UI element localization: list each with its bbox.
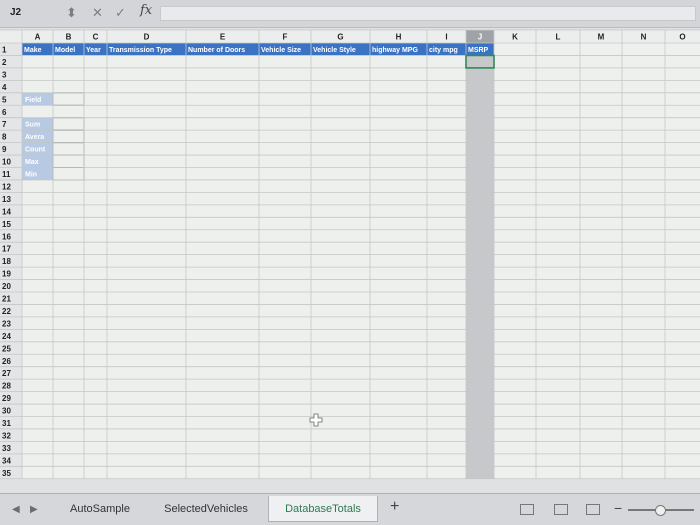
- sheet-tab-bar: ◀ ▶ AutoSample SelectedVehicles Database…: [0, 493, 700, 525]
- tab-databasetotals[interactable]: DatabaseTotals: [268, 496, 378, 522]
- header-cell: Year: [86, 47, 101, 54]
- row-header-18: 18: [2, 257, 11, 266]
- normal-view-icon[interactable]: [520, 504, 534, 515]
- column-header-c: C: [93, 33, 99, 42]
- row-header-17: 17: [2, 245, 11, 254]
- row-header-1: 1: [2, 46, 7, 55]
- row-header-8: 8: [2, 133, 7, 142]
- column-header-n: N: [641, 33, 647, 42]
- row-header-28: 28: [2, 382, 11, 391]
- row-header-6: 6: [2, 108, 7, 117]
- tab-autosample[interactable]: AutoSample: [55, 496, 145, 522]
- field-label: Avera: [25, 134, 44, 141]
- row-header-12: 12: [2, 182, 11, 191]
- page-break-view-icon[interactable]: [586, 504, 600, 515]
- zoom-out-icon[interactable]: −: [614, 500, 622, 516]
- row-header-11: 11: [2, 170, 11, 179]
- row-header-30: 30: [2, 407, 11, 416]
- row-header-24: 24: [2, 332, 11, 341]
- row-header-15: 15: [2, 220, 11, 229]
- field-label: Sum: [25, 122, 40, 129]
- row-header-32: 32: [2, 431, 11, 440]
- row-header-35: 35: [2, 469, 11, 478]
- header-cell: Make: [24, 47, 42, 54]
- row-header-5: 5: [2, 95, 7, 104]
- field-label: Min: [25, 172, 37, 179]
- row-header-2: 2: [2, 58, 7, 67]
- row-header-7: 7: [2, 120, 7, 129]
- zoom-slider-knob[interactable]: [655, 505, 666, 516]
- column-header-j: J: [478, 33, 482, 42]
- column-header-e: E: [220, 33, 226, 42]
- column-header-g: G: [337, 33, 343, 42]
- header-cell: Vehicle Size: [261, 47, 301, 54]
- row-header-27: 27: [2, 369, 11, 378]
- row-header-16: 16: [2, 232, 11, 241]
- header-cell: Transmission Type: [109, 47, 172, 54]
- cell-area[interactable]: [22, 43, 700, 479]
- selected-column-fill: [466, 43, 494, 479]
- row-header-26: 26: [2, 357, 11, 366]
- next-sheet-icon[interactable]: ▶: [30, 504, 38, 515]
- tab-selectedvehicles[interactable]: SelectedVehicles: [150, 496, 262, 522]
- row-header-19: 19: [2, 270, 11, 279]
- first-sheet-icon[interactable]: ◀: [12, 504, 20, 515]
- field-label: Max: [25, 159, 39, 166]
- column-header-d: D: [144, 33, 150, 42]
- row-header-14: 14: [2, 207, 11, 216]
- row-header-31: 31: [2, 419, 11, 428]
- column-header-m: M: [598, 33, 605, 42]
- row-header-13: 13: [2, 195, 11, 204]
- row-header-29: 29: [2, 394, 11, 403]
- row-header-3: 3: [2, 70, 7, 79]
- field-label: Field: [25, 97, 41, 104]
- row-header-10: 10: [2, 158, 11, 167]
- field-label: Count: [25, 147, 46, 154]
- row-header-4: 4: [2, 83, 7, 92]
- column-header-h: H: [396, 33, 402, 42]
- row-header-9: 9: [2, 145, 7, 154]
- column-header-band: [0, 30, 700, 43]
- row-header-25: 25: [2, 344, 11, 353]
- column-header-a: A: [35, 33, 41, 42]
- header-cell: city mpg: [429, 47, 458, 54]
- column-header-k: K: [512, 33, 518, 42]
- column-header-o: O: [679, 33, 685, 42]
- column-header-i: I: [445, 33, 447, 42]
- header-cell: Vehicle Style: [313, 47, 356, 54]
- row-header-22: 22: [2, 307, 11, 316]
- header-cell: MSRP: [468, 47, 489, 54]
- header-cell: Model: [55, 47, 75, 54]
- row-header-33: 33: [2, 444, 11, 453]
- column-header-f: F: [283, 33, 288, 42]
- row-header-23: 23: [2, 319, 11, 328]
- spreadsheet-grid[interactable]: A B C D E F G H I J K L M N O1234567891011121314151617…: [0, 0, 700, 493]
- row-header-34: 34: [2, 456, 11, 465]
- header-cell: Number of Doors: [188, 47, 245, 54]
- add-sheet-button[interactable]: +: [390, 494, 399, 520]
- row-header-21: 21: [2, 295, 11, 304]
- column-header-l: L: [556, 33, 561, 42]
- row-header-20: 20: [2, 282, 11, 291]
- page-layout-view-icon[interactable]: [554, 504, 568, 515]
- column-header-b: B: [66, 33, 72, 42]
- header-cell: highway MPG: [372, 47, 418, 54]
